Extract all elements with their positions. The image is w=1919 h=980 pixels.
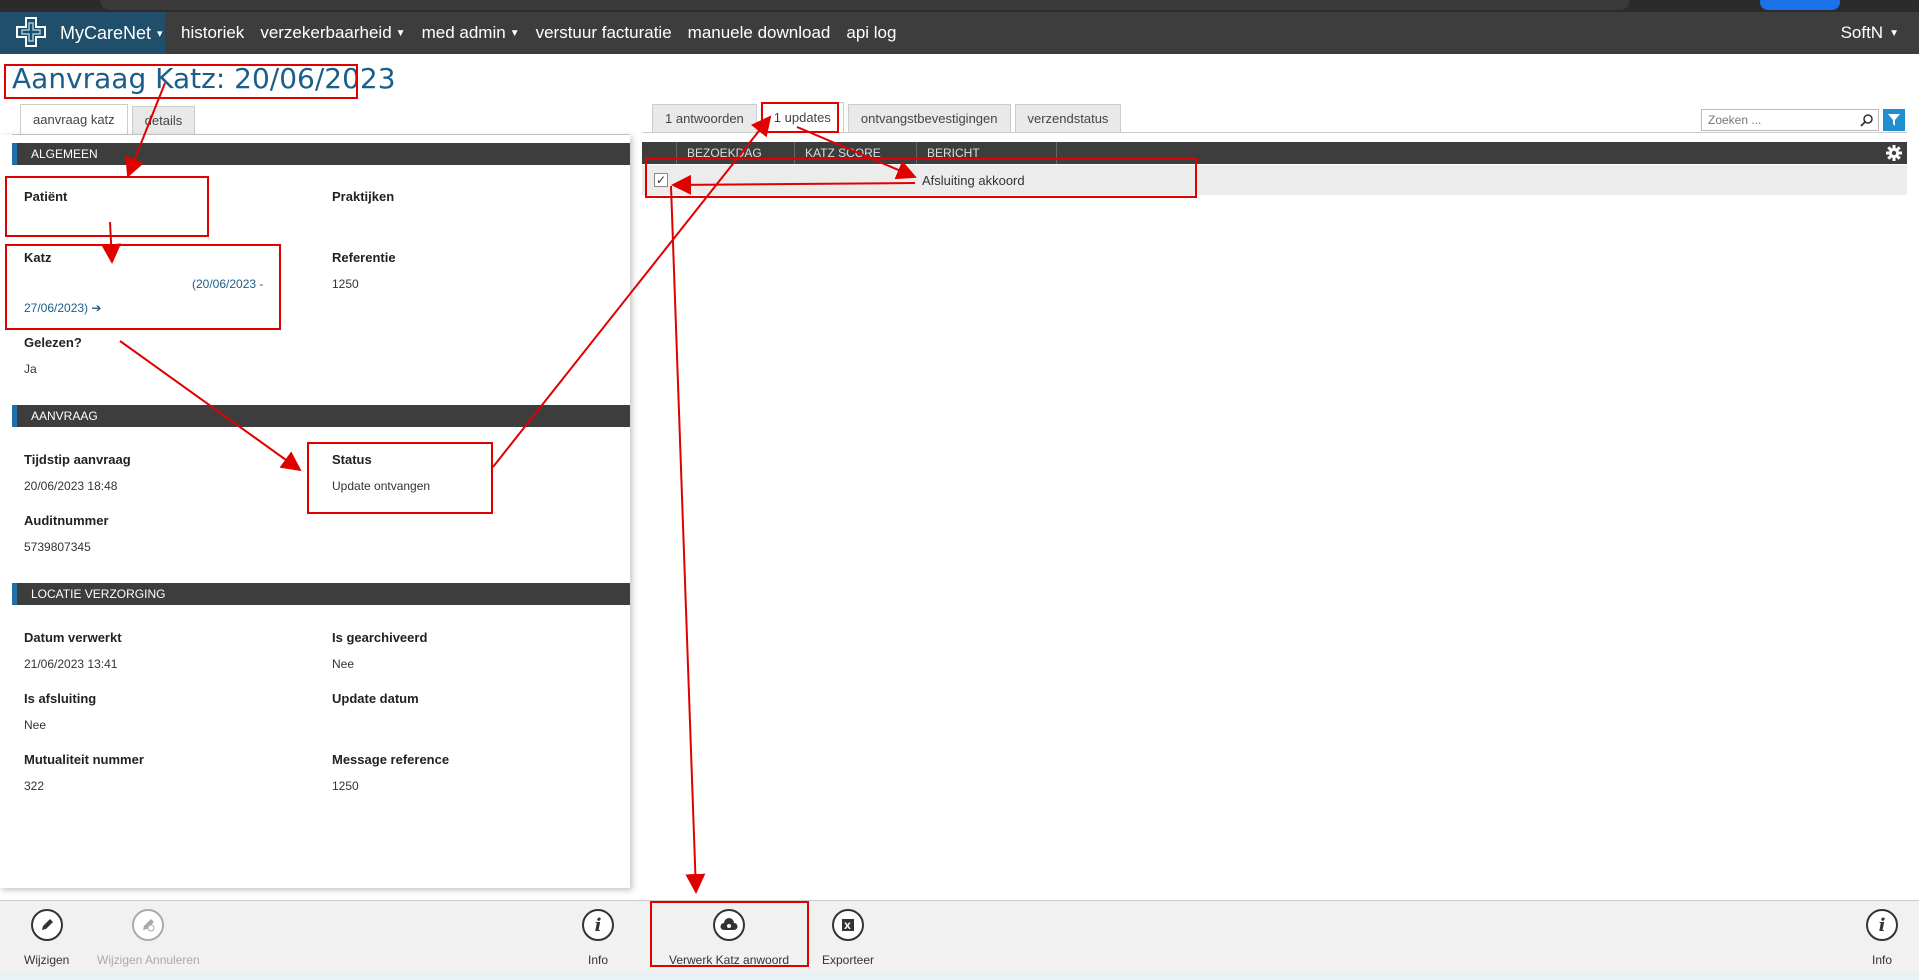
afsluiting-value: Nee	[24, 718, 47, 732]
nav-label: api log	[846, 23, 897, 42]
brand-menu[interactable]: MyCareNet ▾	[0, 12, 165, 54]
pencil-icon	[30, 909, 63, 941]
filter-button[interactable]	[1883, 109, 1905, 131]
tab-antwoorden[interactable]: 1 antwoorden	[652, 104, 757, 132]
annotation-box-title	[4, 64, 358, 99]
referentie-value: 1250	[332, 277, 359, 291]
nav-label: manuele download	[687, 23, 831, 42]
bottom-toolbar: Wijzigen Wijzigen Annuleren i Info Verwe…	[0, 900, 1919, 980]
tab-details[interactable]: details	[131, 106, 196, 134]
gelezen-value: Ja	[24, 362, 37, 376]
excel-icon: X	[832, 909, 865, 941]
chevron-down-icon: ▼	[395, 27, 406, 39]
nav-label: historiek	[181, 23, 245, 42]
info-right-button[interactable]: i Info	[1866, 909, 1898, 967]
wijzigen-annuleren-label: Wijzigen Annuleren	[97, 953, 200, 967]
nav-label: verzekerbaarheid	[260, 23, 392, 42]
message-ref-label: Message reference	[332, 752, 450, 767]
user-menu[interactable]: SoftN ▼	[1841, 12, 1899, 54]
profile-avatar[interactable]	[1760, 0, 1840, 10]
tab-ontvangstbevestigingen[interactable]: ontvangstbevestigingen	[847, 104, 1011, 132]
annotation-box-verwerk	[650, 901, 809, 967]
mutualiteit-label: Mutualiteit nummer	[24, 752, 144, 767]
pencil-cancel-icon	[132, 909, 165, 941]
tab-aanvraag-katz[interactable]: aanvraag katz	[20, 104, 128, 134]
annotation-box-status	[307, 442, 493, 514]
section-aanvraag: AANVRAAG	[12, 405, 630, 427]
chevron-down-icon: ▼	[509, 27, 520, 39]
search-input[interactable]: Zoeken ...	[1701, 109, 1879, 131]
section-locatie: LOCATIE VERZORGING	[12, 583, 630, 605]
tab-verzendstatus[interactable]: verzendstatus	[1014, 104, 1122, 132]
gearchiveerd-label: Is gearchiveerd	[332, 630, 428, 645]
wijzigen-label: Wijzigen	[24, 953, 70, 967]
right-tabs: 1 antwoorden 1 updates ontvangstbevestig…	[652, 102, 1125, 132]
filter-icon	[1888, 114, 1900, 126]
address-bar-remnant	[100, 0, 1630, 10]
message-ref-value: 1250	[332, 779, 359, 793]
nav-verstuur-facturatie[interactable]: verstuur facturatie	[536, 23, 672, 43]
nav-med-admin[interactable]: med admin ▼	[422, 23, 520, 43]
mycarenet-logo-icon	[16, 17, 46, 47]
audit-label: Auditnummer	[24, 513, 109, 528]
section-algemeen: ALGEMEEN	[12, 143, 630, 165]
exporteer-label: Exporteer	[822, 953, 875, 967]
audit-value: 5739807345	[24, 540, 91, 554]
left-tabs: aanvraag katz details	[20, 104, 199, 134]
afsluiting-label: Is afsluiting	[24, 691, 97, 706]
tijdstip-label: Tijdstip aanvraag	[24, 452, 131, 467]
exporteer-button[interactable]: X Exporteer	[822, 909, 874, 967]
search-placeholder: Zoeken ...	[1708, 113, 1762, 127]
praktijken-label: Praktijken	[332, 189, 395, 204]
info-icon: i	[1866, 909, 1898, 941]
referentie-label: Referentie	[332, 250, 396, 265]
search-icon	[1860, 114, 1873, 127]
nav-verzekerbaarheid[interactable]: verzekerbaarheid ▼	[260, 23, 405, 43]
status-strip	[0, 973, 1919, 980]
gearchiveerd-value: Nee	[332, 657, 355, 671]
chevron-down-icon: ▾	[157, 27, 163, 40]
nav-manuele-download[interactable]: manuele download	[688, 23, 831, 43]
wijzigen-button[interactable]: Wijzigen	[24, 909, 69, 967]
svg-text:X: X	[844, 922, 851, 932]
nav-api-log[interactable]: api log	[846, 23, 896, 43]
top-navbar: MyCareNet ▾ historiek verzekerbaarheid ▼ …	[0, 12, 1919, 54]
browser-chrome-strip	[0, 0, 1919, 12]
brand-name: MyCareNet	[60, 22, 152, 43]
datum-verwerkt-value: 21/06/2023 13:41	[24, 657, 118, 671]
gear-icon[interactable]	[1885, 144, 1903, 162]
info-icon: i	[582, 909, 614, 941]
chevron-down-icon: ▼	[1889, 27, 1899, 39]
tijdstip-value: 20/06/2023 18:48	[24, 479, 118, 493]
annotation-box-patient	[5, 176, 209, 237]
update-datum-label: Update datum	[332, 691, 419, 706]
nav-historiek[interactable]: historiek	[181, 23, 244, 43]
datum-verwerkt-label: Datum verwerkt	[24, 630, 122, 645]
nav-label: med admin	[421, 23, 506, 42]
wijzigen-annuleren-button[interactable]: Wijzigen Annuleren	[97, 909, 200, 967]
mutualiteit-value: 322	[24, 779, 45, 793]
info-right-label: Info	[1871, 953, 1892, 967]
nav-label: verstuur facturatie	[535, 23, 672, 42]
gelezen-label: Gelezen?	[24, 335, 82, 350]
info-label: Info	[587, 953, 608, 967]
annotation-box-grid-row	[645, 158, 1197, 198]
annotation-box-updates-tab	[761, 102, 839, 133]
user-name: SoftN	[1840, 23, 1884, 42]
annotation-box-katz	[5, 244, 281, 330]
info-button[interactable]: i Info	[582, 909, 614, 967]
